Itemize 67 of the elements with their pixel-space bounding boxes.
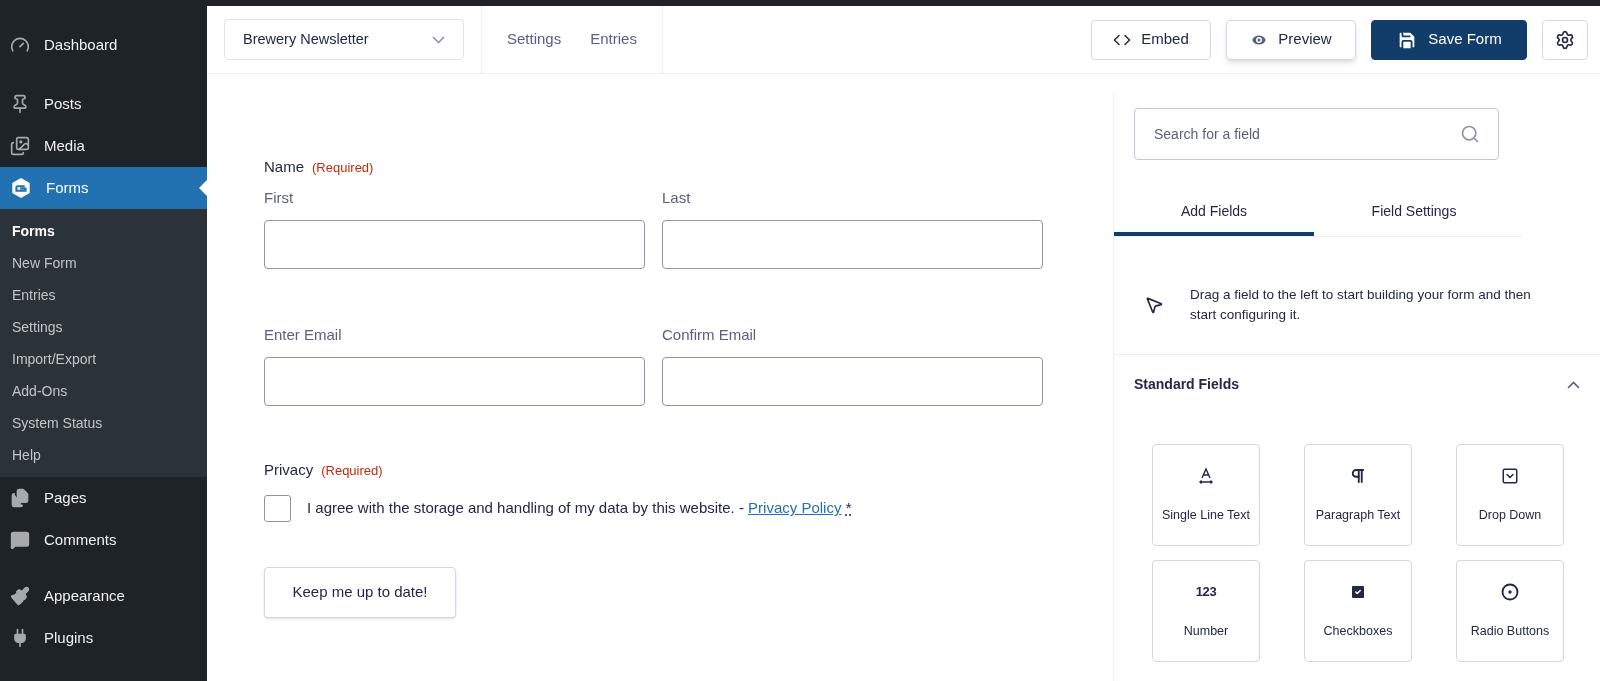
sidebar-item[interactable]: Comments	[0, 519, 207, 561]
submenu-item[interactable]: Help	[0, 439, 207, 471]
subfield-label: First	[264, 187, 295, 208]
submenu-item[interactable]: Settings	[0, 311, 207, 343]
field-tile[interactable]: 123 Number	[1152, 560, 1260, 662]
subfield-label: Confirm Email	[662, 324, 758, 345]
chevron-up-icon[interactable]	[1567, 380, 1580, 389]
sidebar-item[interactable]: Posts	[0, 83, 207, 125]
text-input[interactable]	[264, 219, 645, 269]
paintbrush-icon	[10, 586, 30, 606]
field-label: Name	[264, 157, 304, 177]
sidebar-item[interactable]: Forms	[0, 167, 207, 209]
subfield-label: Last	[662, 187, 692, 208]
submit-button[interactable]: Keep me up to date!	[264, 567, 456, 618]
subfield-label: Enter Email	[264, 324, 343, 345]
required-label: (Required)	[312, 159, 374, 177]
sidebar-item[interactable]: Plugins	[0, 617, 207, 659]
settings-button[interactable]	[1542, 19, 1588, 60]
media-icon	[10, 136, 30, 156]
search-icon	[1460, 124, 1480, 144]
sidebar-item[interactable]: Pages	[0, 477, 207, 519]
search-field[interactable]: Search for a field	[1134, 108, 1499, 160]
settings-icon	[1555, 29, 1575, 50]
submenu-item[interactable]: Import/Export	[0, 343, 207, 375]
number-glyph: 123	[1195, 582, 1217, 601]
dropdown-icon	[1501, 466, 1519, 485]
submenu-item[interactable]: Forms	[0, 215, 207, 247]
gauge-icon	[10, 35, 30, 55]
submenu-item[interactable]: Entries	[0, 279, 207, 311]
text-input[interactable]	[662, 356, 1043, 406]
hint-text: Drag a field to the left to start building your form and then start configuring it.	[1190, 286, 1532, 324]
field-tile[interactable]: Radio Buttons	[1456, 560, 1564, 662]
preview-button[interactable]: Preview	[1226, 19, 1356, 60]
consent-text: I agree with the storage and handling of my data by this website. - Privacy Policy *	[307, 498, 852, 519]
sidebar-item[interactable]: Appearance	[0, 575, 207, 617]
save-button[interactable]: Save Form	[1371, 19, 1527, 60]
field-label: Privacy	[264, 459, 314, 480]
pages-icon	[10, 488, 30, 508]
panel-tab[interactable]: Field Settings	[1314, 190, 1514, 236]
field-tile[interactable]: Single Line Text	[1152, 444, 1260, 546]
pilcrow-icon	[1349, 466, 1367, 485]
sidebar-item[interactable]: Media	[0, 125, 207, 167]
toolbar-link[interactable]: Settings	[507, 28, 562, 51]
speech-bubble-icon	[10, 530, 30, 550]
sidebar-item[interactable]: Dashboard	[0, 24, 207, 66]
submenu-item[interactable]: New Form	[0, 247, 207, 279]
pointer-icon	[1144, 295, 1164, 315]
field-tile[interactable]: Drop Down	[1456, 444, 1564, 546]
panel-tab[interactable]: Add Fields	[1114, 190, 1314, 236]
submenu-item[interactable]: System Status	[0, 407, 207, 439]
pin-icon	[10, 94, 30, 114]
section-heading: Standard Fields	[1134, 375, 1240, 394]
required-label: (Required)	[321, 461, 383, 480]
embed-button[interactable]: Embed	[1091, 19, 1211, 60]
forms-logo-icon	[10, 177, 32, 199]
submenu-item[interactable]: Add-Ons	[0, 375, 207, 407]
field-tile[interactable]: Checkboxes	[1304, 560, 1412, 662]
privacy-policy-link[interactable]: Privacy Policy	[748, 499, 842, 517]
text-input[interactable]	[662, 219, 1043, 269]
form-select[interactable]: Brewery Newsletter	[224, 19, 464, 60]
text-input[interactable]	[264, 356, 645, 406]
radio-icon	[1501, 582, 1519, 601]
chevron-down-icon	[432, 35, 445, 44]
letter-width-icon	[1197, 466, 1215, 485]
consent-checkbox[interactable]	[264, 495, 291, 522]
toolbar-link[interactable]: Entries	[590, 28, 637, 51]
field-tile[interactable]: Paragraph Text	[1304, 444, 1412, 546]
